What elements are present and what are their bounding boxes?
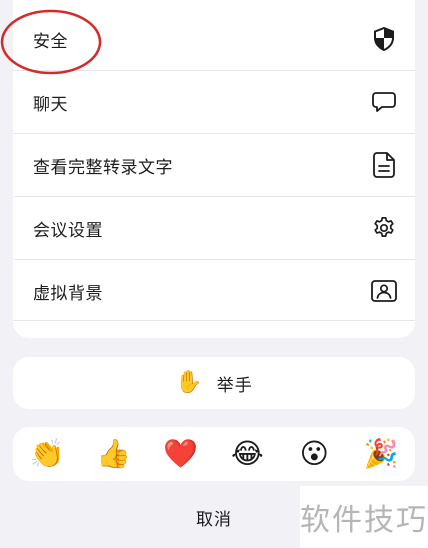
divider <box>13 320 415 321</box>
raised-hand-icon: ✋ <box>175 370 203 395</box>
tears-of-joy-reaction-icon[interactable]: 😂 <box>229 440 265 468</box>
menu-item-label: 查看完整转录文字 <box>33 157 173 178</box>
raise-hand-label: 举手 <box>216 375 253 396</box>
meeting-menu-card: 安全 聊天 查看完整转录文字 会议设置 虚拟背景 <box>13 0 415 338</box>
thumbs-up-reaction-icon[interactable]: 👍 <box>96 440 132 468</box>
chat-bubble-icon <box>371 89 397 115</box>
menu-item-label: 聊天 <box>33 94 68 115</box>
reaction-bar: 👏 👍 ❤️ 😂 😮 🎉 <box>13 427 415 481</box>
heart-reaction-icon[interactable]: ❤️ <box>163 440 199 468</box>
portrait-frame-icon <box>371 278 397 304</box>
watermark: 软件技巧 <box>300 486 428 548</box>
menu-item-security[interactable]: 安全 <box>13 8 415 70</box>
surprised-reaction-icon[interactable]: 😮 <box>296 440 332 468</box>
menu-item-virtual-background[interactable]: 虚拟背景 <box>13 260 415 322</box>
document-icon <box>371 152 397 178</box>
clap-reaction-icon[interactable]: 👏 <box>29 440 65 468</box>
party-popper-reaction-icon[interactable]: 🎉 <box>363 440 399 468</box>
menu-item-label: 安全 <box>33 31 68 52</box>
menu-item-chat[interactable]: 聊天 <box>13 71 415 133</box>
menu-item-meeting-settings[interactable]: 会议设置 <box>13 197 415 259</box>
raise-hand-button[interactable]: ✋ 举手 <box>13 357 415 409</box>
shield-icon <box>371 26 397 52</box>
menu-item-label: 会议设置 <box>33 220 103 241</box>
gear-icon <box>371 215 397 241</box>
menu-item-full-transcript[interactable]: 查看完整转录文字 <box>13 134 415 196</box>
menu-item-label: 虚拟背景 <box>33 283 103 304</box>
